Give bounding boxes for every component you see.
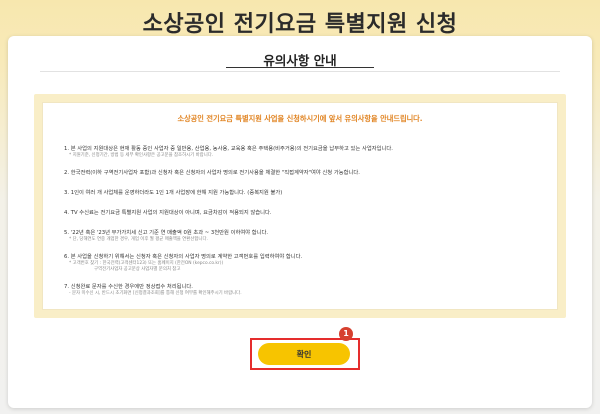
notice-item-1: 1. 본 사업의 지원대상은 현재 활동 중인 사업자 중 일반용, 산업용, … — [64, 146, 544, 159]
notice-item-text: 1. 본 사업의 지원대상은 현재 활동 중인 사업자 중 일반용, 산업용, … — [64, 146, 393, 152]
notice-item-5: 5. '22년 혹은 '23년 부가가치세 신고 기준 연 매출액 0원 초과 … — [64, 230, 544, 243]
section-title-underline — [226, 67, 374, 68]
notice-item-text: 7. 신청완료 문자를 수신한 경우에만 정상접수 처리됩니다. — [64, 284, 193, 290]
notice-item-text: 3. 1인이 여러 개 사업체를 운영하더라도 1인 1개 사업장에 한해 지원… — [64, 190, 283, 196]
notice-item-text: 2. 한국전력(이하 구역전기사업자 포함)과 신청자 혹은 신청자의 사업자 … — [64, 170, 360, 176]
notice-item-note: * 단, 당해연도 연중 개업한 경우, 개업 이후 월 평균 매출액을 연환산… — [69, 237, 208, 242]
page-title: 소상공인 전기요금 특별지원 신청 — [142, 12, 458, 37]
notice-item-2: 2. 한국전력(이하 구역전기사업자 포함)과 신청자 혹은 신청자의 사업자 … — [64, 170, 544, 177]
notice-box[interactable] — [42, 102, 558, 310]
notice-heading: 소상공인 전기요금 특별지원 사업을 신청하시기에 앞서 유의사항을 안내드립니… — [177, 114, 423, 123]
notice-item-note: * 지원기준, 신청기간, 방법 등 세부 확인사항은 공고문을 참조하시기 바… — [69, 153, 214, 158]
notice-item-text: 6. 본 사업을 신청하기 위해서는 신청자 혹은 신청자의 사업자 명의로 계… — [64, 254, 303, 260]
notice-item-note-2: 구역전기사업자 공고문상 사업자별 문의처 참고 — [94, 267, 181, 272]
notice-item-text: 4. TV 수신료는 전기요금 특별지원 사업의 지원대상이 아니며, 요금차감… — [64, 210, 272, 216]
notice-item-text: 5. '22년 혹은 '23년 부가가치세 신고 기준 연 매출액 0원 초과 … — [64, 230, 269, 236]
notice-item-4: 4. TV 수신료는 전기요금 특별지원 사업의 지원대상이 아니며, 요금차감… — [64, 210, 544, 217]
section-divider — [40, 71, 560, 72]
confirm-button[interactable]: 확인 — [258, 343, 350, 365]
step-number-badge: 1 — [339, 327, 353, 341]
notice-item-6: 6. 본 사업을 신청하기 위해서는 신청자 혹은 신청자의 사업자 명의로 계… — [64, 254, 544, 273]
notice-item-note: - 문자 미수신 시, 반드시 초기화면 [신청결과조회]를 통해 신청 여부를… — [69, 291, 242, 296]
notice-item-7: 7. 신청완료 문자를 수신한 경우에만 정상접수 처리됩니다. - 문자 미수… — [64, 284, 544, 297]
notice-item-3: 3. 1인이 여러 개 사업체를 운영하더라도 1인 1개 사업장에 한해 지원… — [64, 190, 544, 197]
